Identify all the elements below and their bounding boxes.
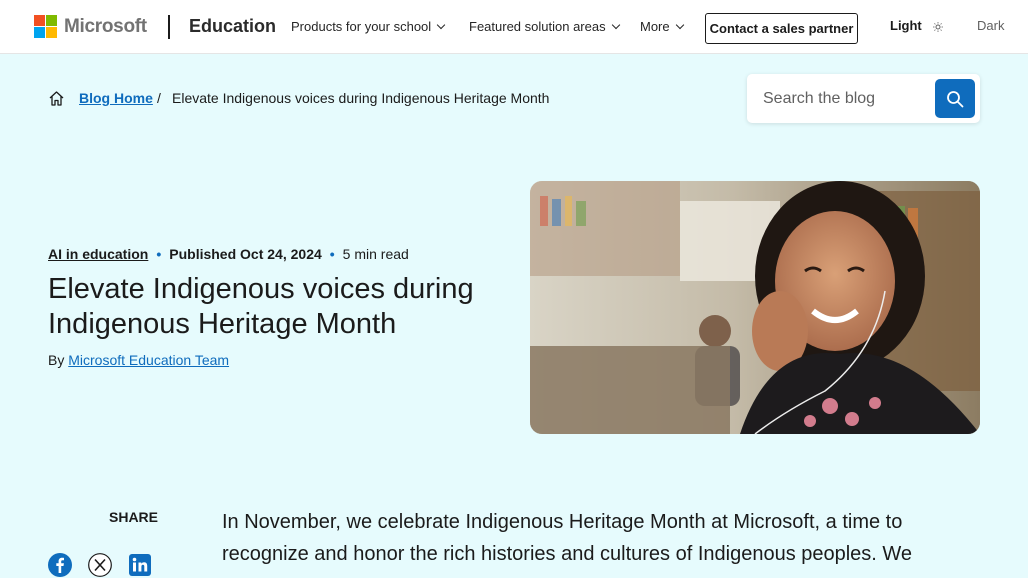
article-meta: AI in education • Published Oct 24, 2024… (48, 246, 409, 262)
article-read-time: 5 min read (342, 246, 409, 262)
search-input[interactable] (747, 74, 933, 123)
blog-search (747, 74, 980, 123)
chevron-down-icon (611, 20, 620, 29)
article-title: Elevate Indigenous voices during Indigen… (48, 273, 474, 340)
theme-light-toggle[interactable]: Light (890, 18, 922, 33)
sun-icon (933, 22, 943, 32)
breadcrumb-current-page: Elevate Indigenous voices during Indigen… (172, 90, 550, 106)
article-intro-paragraph: In November, we celebrate Indigenous Her… (222, 511, 913, 565)
contact-sales-button[interactable]: Contact a sales partner (705, 13, 858, 44)
home-icon[interactable] (48, 90, 65, 107)
nav-featured-solutions[interactable]: Featured solution areas (469, 19, 620, 34)
x-icon[interactable] (88, 553, 112, 577)
nav-more[interactable]: More (640, 19, 684, 34)
nav-more-label: More (640, 19, 670, 34)
author-link[interactable]: Microsoft Education Team (68, 352, 229, 368)
search-icon (947, 90, 964, 107)
breadcrumb-blog-home-link[interactable]: Blog Home (79, 90, 153, 106)
share-label: SHARE (109, 509, 159, 525)
nav-products[interactable]: Products for your school (291, 19, 446, 34)
meta-separator-dot: • (329, 246, 335, 262)
nav-products-label: Products for your school (291, 19, 432, 34)
article-byline: By Microsoft Education Team (48, 352, 229, 368)
theme-dark-toggle[interactable]: Dark (977, 18, 1004, 33)
article-published-date: Published Oct 24, 2024 (169, 246, 322, 262)
microsoft-logo[interactable]: Microsoft (34, 15, 147, 38)
microsoft-logo-text: Microsoft (64, 15, 147, 37)
breadcrumb-separator: / (157, 90, 161, 106)
search-button[interactable] (935, 79, 975, 118)
facebook-icon[interactable] (48, 553, 72, 577)
chevron-down-icon (436, 20, 446, 29)
byline-prefix: By (48, 352, 65, 368)
brand-education[interactable]: Education (189, 16, 276, 37)
meta-separator-dot: • (156, 246, 162, 262)
chevron-down-icon (675, 20, 684, 29)
nav-featured-label: Featured solution areas (469, 19, 606, 34)
linkedin-icon[interactable] (128, 553, 152, 577)
nav-divider (168, 15, 170, 39)
microsoft-logo-icon (34, 15, 57, 38)
article-category-link[interactable]: AI in education (48, 246, 148, 262)
hero-photo-illustration (530, 181, 980, 434)
hero-image (530, 181, 980, 434)
top-navigation: Microsoft Education Products for your sc… (0, 0, 1028, 54)
